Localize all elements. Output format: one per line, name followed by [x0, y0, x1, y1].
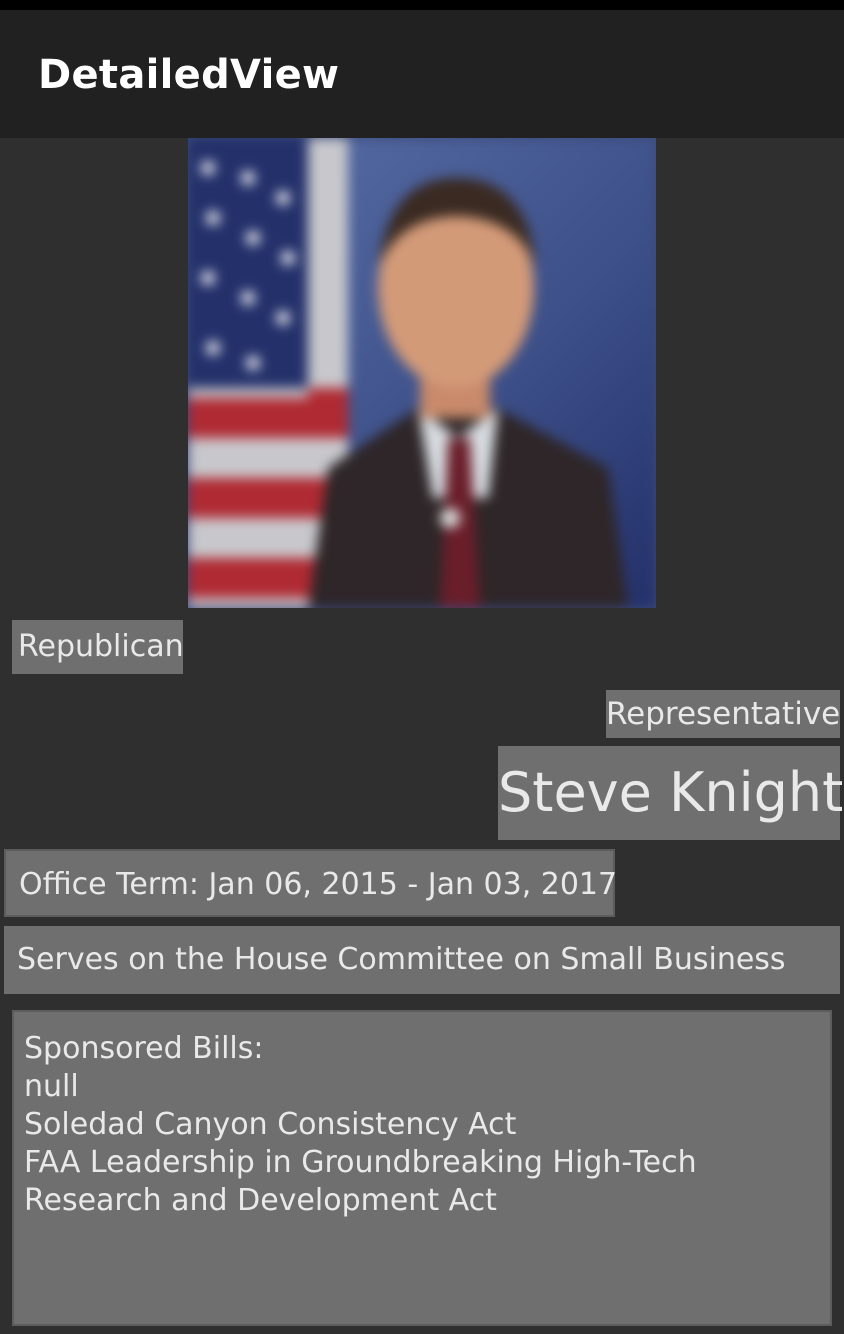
committee-info: Serves on the House Committee on Small B…: [4, 926, 840, 994]
bill-item: Research and Development Act: [24, 1183, 497, 1218]
status-bar: [0, 0, 844, 10]
bill-item: null: [24, 1069, 79, 1104]
bill-item: Soledad Canyon Consistency Act: [24, 1107, 517, 1142]
portrait-photo: [188, 138, 656, 608]
app-bar: DetailedView: [0, 10, 844, 138]
portrait-image: [188, 138, 656, 608]
bill-item: FAA Leadership in Groundbreaking High-Te…: [24, 1145, 697, 1180]
sponsored-bills-box: Sponsored Bills: null Soledad Canyon Con…: [12, 1010, 832, 1326]
office-term: Office Term: Jan 06, 2015 - Jan 03, 2017: [4, 849, 617, 917]
legislator-name: Steve Knight: [498, 746, 843, 840]
app-title: DetailedView: [38, 52, 340, 98]
role-label: Representative: [606, 690, 840, 738]
sponsored-bills-heading: Sponsored Bills:: [24, 1031, 264, 1066]
party-label: Republican: [12, 620, 184, 674]
